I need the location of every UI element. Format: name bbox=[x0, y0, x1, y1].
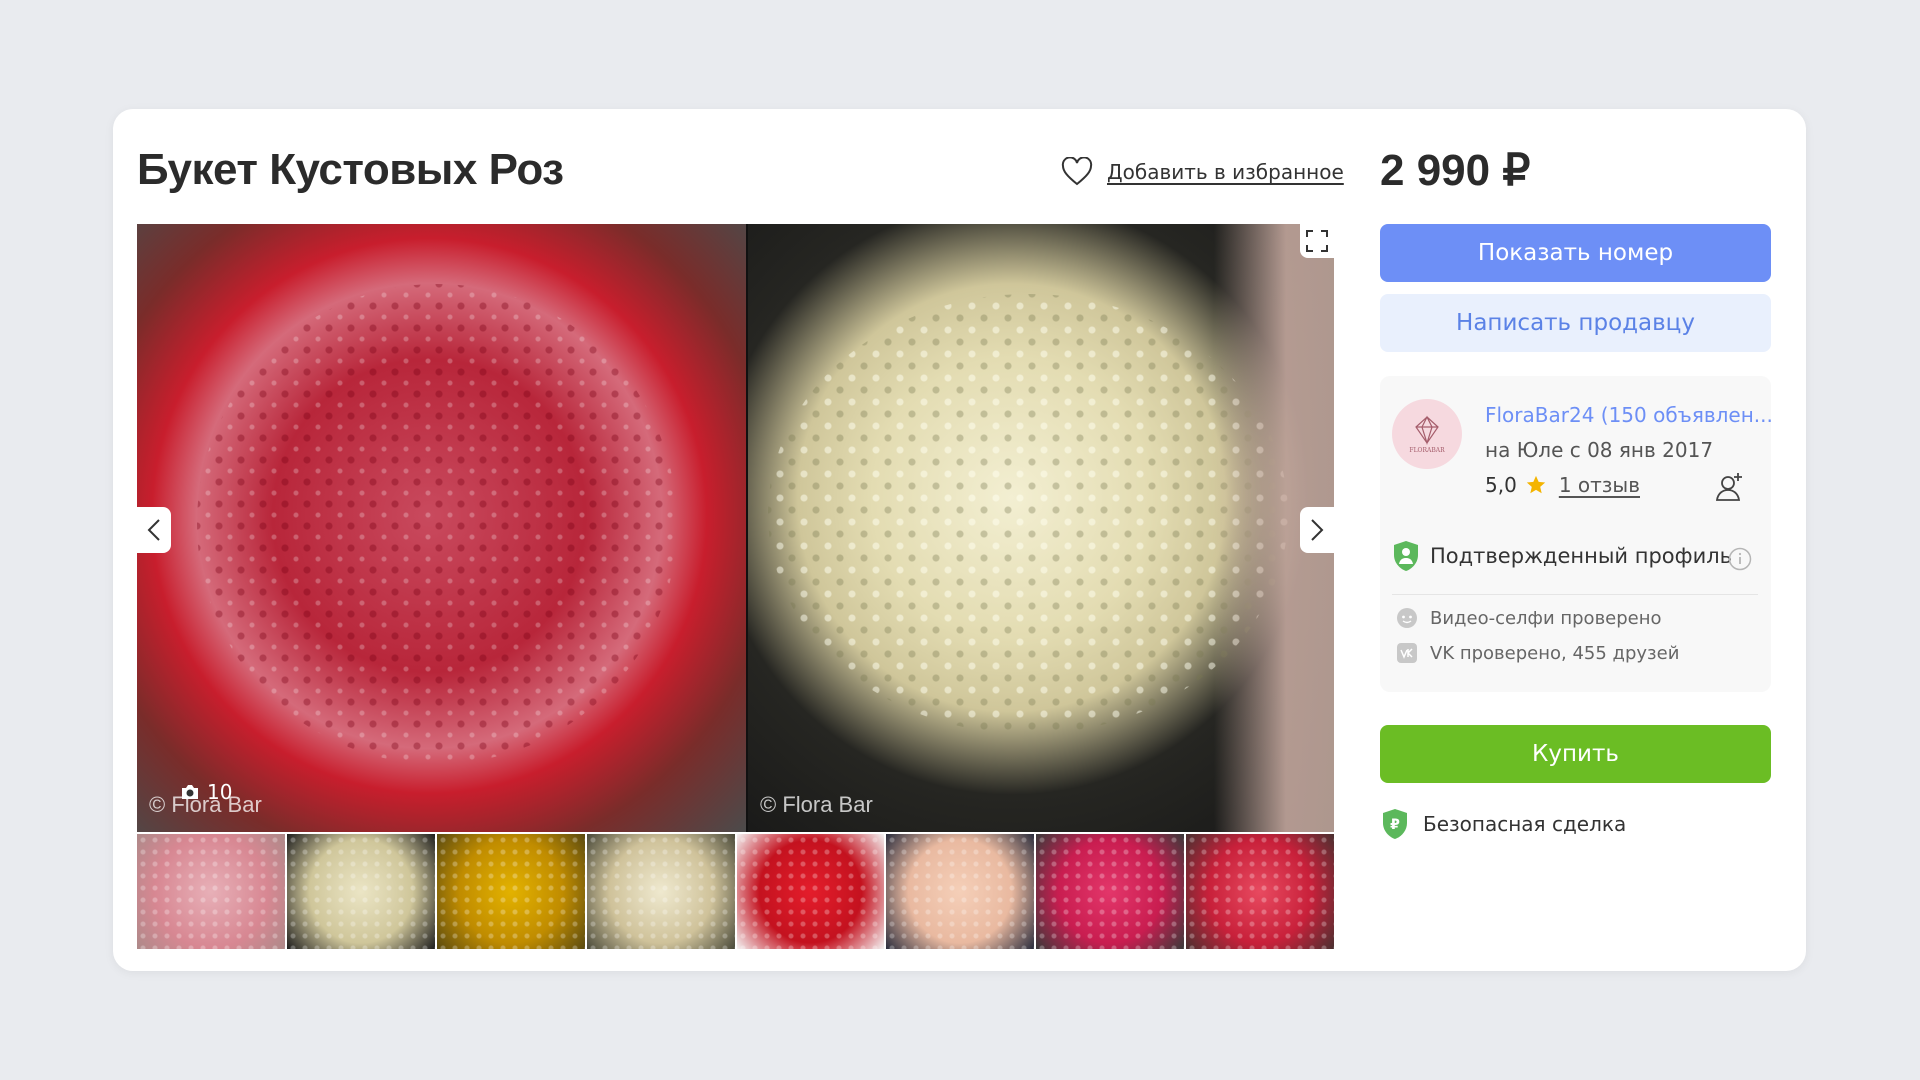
vk-check-label: VK проверено, 455 друзей bbox=[1430, 642, 1680, 664]
safe-deal-label: Безопасная сделка bbox=[1423, 812, 1627, 836]
thumbnail[interactable] bbox=[286, 834, 435, 949]
photo-gallery[interactable]: © Flora Bar © Flora Bar 10 bbox=[137, 224, 1334, 832]
safe-deal-shield-icon: ₽ bbox=[1383, 809, 1407, 839]
photo-count-badge: 10 bbox=[181, 780, 232, 804]
thumbnail[interactable] bbox=[886, 834, 1035, 949]
video-selfie-label: Видео-селфи проверено bbox=[1430, 607, 1662, 629]
selfie-icon bbox=[1397, 608, 1417, 628]
seller-rating: 5,0 1 отзыв bbox=[1485, 473, 1640, 497]
gallery-photo[interactable]: © Flora Bar bbox=[137, 224, 746, 832]
reviews-link[interactable]: 1 отзыв bbox=[1559, 473, 1640, 497]
info-icon[interactable] bbox=[1728, 547, 1752, 571]
write-seller-button[interactable]: Написать продавцу bbox=[1380, 294, 1771, 352]
rating-value: 5,0 bbox=[1485, 473, 1517, 497]
buy-button[interactable]: Купить bbox=[1380, 725, 1771, 783]
seller-since: на Юле с 08 янв 2017 bbox=[1485, 438, 1714, 462]
show-phone-button[interactable]: Показать номер bbox=[1380, 224, 1771, 282]
thumbnail[interactable] bbox=[1036, 834, 1185, 949]
fullscreen-button[interactable] bbox=[1300, 224, 1334, 258]
thumbnail[interactable] bbox=[137, 834, 285, 949]
subscribe-seller-icon[interactable] bbox=[1715, 471, 1745, 503]
verified-shield-icon bbox=[1394, 541, 1418, 571]
expand-icon bbox=[1306, 230, 1328, 252]
chevron-left-icon bbox=[147, 519, 160, 541]
seller-logo-text: FLORABAR bbox=[1409, 446, 1445, 454]
camera-icon bbox=[182, 785, 198, 799]
thumbnail[interactable] bbox=[436, 834, 585, 949]
thumbnail[interactable] bbox=[1186, 834, 1334, 949]
photo-count: 10 bbox=[207, 780, 233, 804]
price: 2 990 ₽ bbox=[1380, 146, 1531, 195]
seller-card: FLORABAR FloraBar24 (150 объявлен... на … bbox=[1380, 376, 1773, 692]
thumbnail[interactable] bbox=[736, 834, 885, 949]
listing-title: Букет Кустовых Роз bbox=[137, 145, 564, 194]
vk-check: VK проверено, 455 друзей bbox=[1396, 642, 1679, 664]
safe-deal[interactable]: ₽ Безопасная сделка bbox=[1381, 808, 1626, 840]
gallery-photo[interactable]: © Flora Bar bbox=[748, 224, 1334, 832]
thumbnail-strip bbox=[137, 834, 1334, 949]
next-photo-button[interactable] bbox=[1300, 507, 1334, 553]
photo-watermark: © Flora Bar bbox=[760, 792, 873, 817]
verified-profile: Подтвержденный профиль bbox=[1392, 540, 1732, 572]
video-selfie-check: Видео-селфи проверено bbox=[1396, 607, 1662, 629]
florabar-logo-icon bbox=[1415, 415, 1439, 445]
star-icon bbox=[1526, 475, 1545, 494]
seller-avatar[interactable]: FLORABAR bbox=[1392, 399, 1462, 469]
add-to-favorites-label: Добавить в избранное bbox=[1107, 160, 1344, 184]
vk-icon bbox=[1397, 643, 1417, 663]
previous-photo-button[interactable] bbox=[137, 507, 171, 553]
verified-profile-label: Подтвержденный профиль bbox=[1430, 544, 1733, 568]
seller-name-link[interactable]: FloraBar24 (150 объявлен... bbox=[1485, 403, 1773, 427]
thumbnail[interactable] bbox=[586, 834, 735, 949]
listing-card: Букет Кустовых Роз Добавить в избранное … bbox=[113, 109, 1806, 971]
svg-text:₽: ₽ bbox=[1390, 817, 1400, 833]
heart-icon bbox=[1061, 157, 1093, 186]
add-to-favorites-button[interactable]: Добавить в избранное bbox=[1061, 157, 1344, 187]
divider bbox=[1392, 594, 1758, 595]
chevron-right-icon bbox=[1311, 519, 1324, 541]
